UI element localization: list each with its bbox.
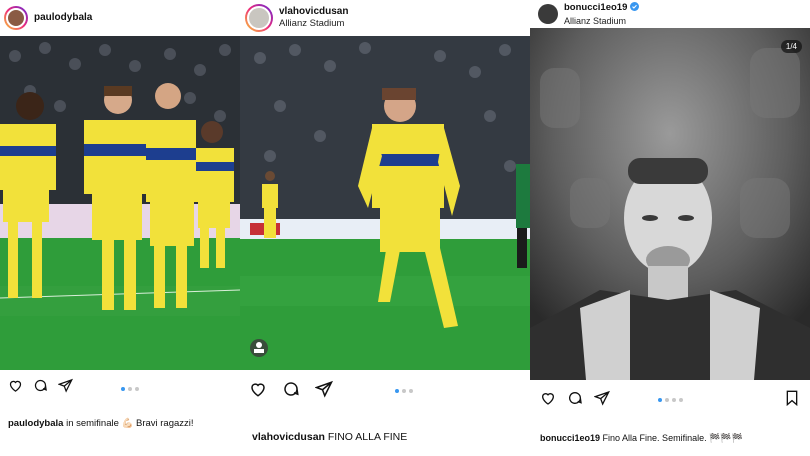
avatar[interactable] bbox=[245, 4, 273, 32]
bookmark-icon[interactable] bbox=[785, 390, 799, 411]
action-bar bbox=[0, 378, 240, 400]
post-header: vlahovicdusan Allianz Stadium bbox=[240, 0, 530, 36]
share-icon[interactable] bbox=[593, 390, 610, 411]
location[interactable]: Allianz Stadium bbox=[279, 18, 348, 30]
post-card-bonucci1eo19: bonucci1eo19 Allianz Stadium 1/4 bonucci… bbox=[530, 0, 810, 456]
carousel-dot bbox=[665, 398, 669, 402]
heart-icon[interactable] bbox=[540, 390, 556, 411]
caption-username[interactable]: bonucci1eo19 bbox=[540, 433, 600, 443]
post-header: bonucci1eo19 Allianz Stadium bbox=[530, 0, 810, 28]
username[interactable]: paulodybala bbox=[34, 12, 92, 24]
carousel-dot bbox=[409, 389, 413, 393]
username[interactable]: vlahovicdusan bbox=[279, 6, 348, 18]
heart-icon[interactable] bbox=[8, 378, 23, 398]
comment-icon[interactable] bbox=[33, 378, 48, 398]
post-card-vlahovicdusan: vlahovicdusan Allianz Stadium vlahovicdu… bbox=[240, 0, 530, 456]
caption-text: in semifinale 💪🏻 Bravi ragazzi! bbox=[63, 418, 194, 429]
username[interactable]: bonucci1eo19 bbox=[564, 2, 627, 14]
caption-username[interactable]: paulodybala bbox=[8, 418, 63, 429]
heart-icon[interactable] bbox=[249, 380, 267, 403]
avatar[interactable] bbox=[4, 6, 28, 30]
post-photo[interactable] bbox=[0, 36, 240, 370]
carousel-dots bbox=[395, 389, 413, 393]
image-counter: 1/4 bbox=[780, 40, 802, 53]
action-bar bbox=[530, 390, 810, 412]
comment-icon[interactable] bbox=[282, 380, 300, 403]
caption-text: FINO ALLA FINE bbox=[324, 431, 408, 443]
caption-username[interactable]: vlahovicdusan bbox=[252, 431, 325, 443]
comment-icon[interactable] bbox=[567, 390, 583, 411]
carousel-dots bbox=[658, 398, 683, 402]
caption: vlahovicdusan FINO ALLA FINE bbox=[252, 431, 530, 443]
carousel-dot bbox=[658, 398, 662, 402]
carousel-dot bbox=[395, 389, 399, 393]
caption: paulodybala in semifinale 💪🏻 Bravi ragaz… bbox=[8, 418, 240, 429]
caption-text: Fino Alla Fine. Semifinale. 🏁🏁🏁 bbox=[600, 433, 743, 443]
carousel-dots bbox=[121, 387, 139, 391]
verified-icon bbox=[630, 1, 640, 15]
carousel-dot bbox=[402, 389, 406, 393]
caption: bonucci1eo19 Fino Alla Fine. Semifinale.… bbox=[540, 433, 810, 444]
action-bar bbox=[240, 380, 530, 402]
carousel-dot bbox=[128, 387, 132, 391]
carousel-dot bbox=[679, 398, 683, 402]
post-card-paulodybala: paulodybala paulodybala in semifinale 💪🏻… bbox=[0, 0, 240, 456]
post-photo[interactable]: 1/4 bbox=[530, 28, 810, 380]
carousel-dot bbox=[672, 398, 676, 402]
carousel-dot bbox=[135, 387, 139, 391]
post-header: paulodybala bbox=[0, 0, 240, 36]
carousel-dot bbox=[121, 387, 125, 391]
share-icon[interactable] bbox=[57, 378, 73, 398]
post-photo[interactable] bbox=[240, 36, 530, 370]
avatar[interactable] bbox=[538, 4, 558, 24]
share-icon[interactable] bbox=[314, 380, 333, 403]
location[interactable]: Allianz Stadium bbox=[564, 15, 639, 27]
